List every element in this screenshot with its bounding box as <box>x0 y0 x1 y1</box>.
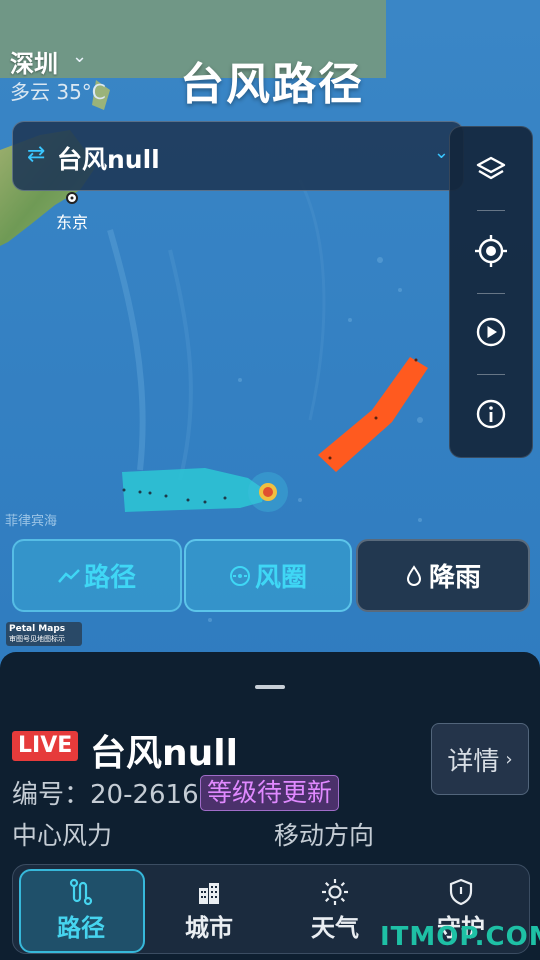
route-icon <box>69 878 93 905</box>
watermark: ITMOP.COM <box>380 922 540 952</box>
info-button[interactable] <box>450 379 532 449</box>
sun-icon <box>322 878 348 905</box>
raindrop-icon <box>406 564 421 586</box>
sea-label: 菲律宾海 <box>5 514 58 529</box>
info-icon <box>476 399 506 429</box>
map-credit-brand: Petal Maps <box>9 624 66 634</box>
typhoon-name: 台风null <box>90 733 238 774</box>
city-icon <box>199 882 219 904</box>
toolbar-divider <box>477 374 505 375</box>
typhoon-selector[interactable]: ⇄ 台风null ⌄ <box>12 121 464 191</box>
chevron-down-icon[interactable]: ⌄ <box>72 46 87 67</box>
locate-icon <box>475 235 507 267</box>
wind-circle-button[interactable]: 风圈 <box>184 539 352 612</box>
layers-button[interactable] <box>450 135 532 205</box>
toolbar-divider <box>477 293 505 294</box>
path-layer-label: 路径 <box>83 563 136 593</box>
swap-icon: ⇄ <box>27 142 46 167</box>
live-badge: LIVE <box>12 731 79 761</box>
play-icon <box>476 317 506 347</box>
layers-icon <box>476 156 506 180</box>
chevron-right-icon: › <box>505 748 513 770</box>
nav-weather[interactable]: 天气 <box>273 865 397 953</box>
nav-city[interactable]: 城市 <box>147 865 271 953</box>
rain-label: 降雨 <box>428 563 481 593</box>
city-name[interactable]: 深圳 <box>10 44 58 79</box>
map-credit: Petal Maps 审图号见地图标示 <box>6 622 82 646</box>
sheet-drag-handle[interactable] <box>255 685 285 689</box>
nav-weather-label: 天气 <box>311 913 359 942</box>
details-label: 详情 <box>447 746 500 777</box>
tokyo-label: 东京 <box>56 213 89 232</box>
center-wind-label: 中心风力 <box>12 821 113 850</box>
toolbar-divider <box>477 210 505 211</box>
details-button[interactable]: 详情 › <box>431 723 529 795</box>
grade-badge: 等级待更新 <box>200 775 340 811</box>
trend-icon <box>58 568 80 583</box>
map-credit-note: 审图号见地图标示 <box>9 635 65 643</box>
nav-route-label: 路径 <box>57 913 105 942</box>
city-weather: 多云 35°C <box>10 80 106 104</box>
chevron-down-icon: ⌄ <box>433 142 449 163</box>
play-button[interactable] <box>450 297 532 367</box>
locate-button[interactable] <box>450 216 532 286</box>
nav-city-label: 城市 <box>185 913 233 942</box>
move-direction-label: 移动方向 <box>274 821 375 850</box>
typhoon-code: 编号：20-2616 <box>12 780 199 810</box>
nav-route[interactable]: 路径 <box>19 865 143 953</box>
wind-circle-label: 风圈 <box>254 563 307 593</box>
rain-button[interactable]: 降雨 <box>356 539 530 612</box>
selector-label: 台风null <box>57 145 160 174</box>
path-layer-button[interactable]: 路径 <box>12 539 182 612</box>
shield-icon <box>449 878 473 905</box>
wind-circle-icon <box>229 565 250 586</box>
map-toolbar <box>449 126 533 458</box>
page-title: 台风路径 <box>180 59 364 110</box>
